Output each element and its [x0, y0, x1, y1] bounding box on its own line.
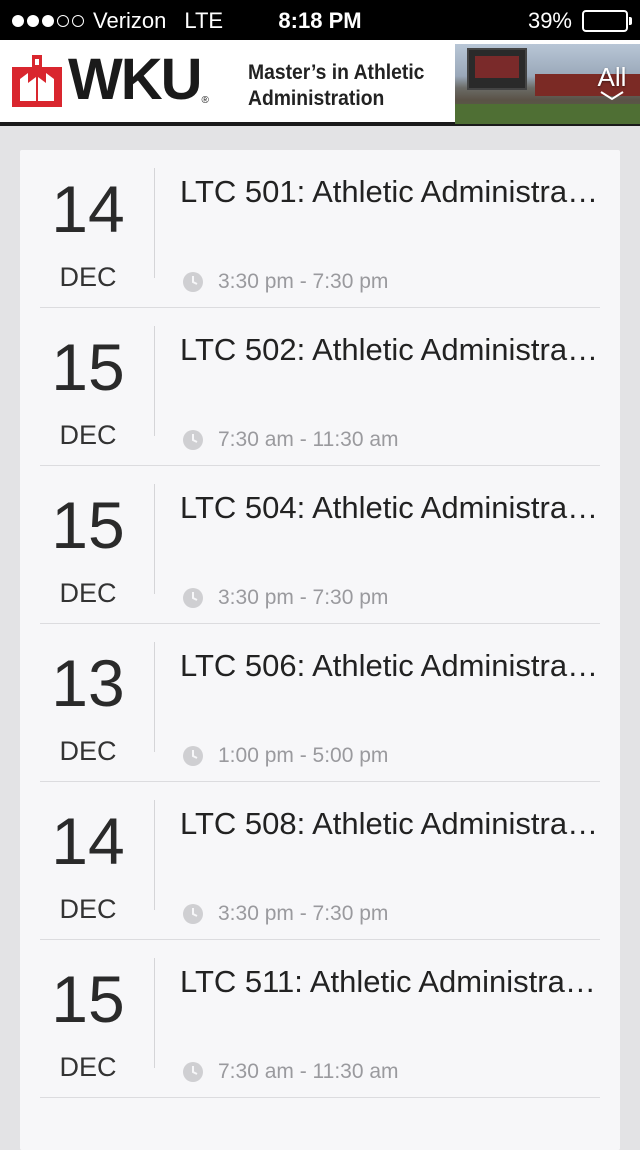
event-item[interactable]: 14 DEC LTC 508: Athletic Administration … — [40, 782, 600, 940]
clock-icon — [183, 430, 203, 450]
event-time: 3:30 pm - 7:30 pm — [182, 902, 388, 926]
event-day: 15 — [51, 962, 125, 1036]
event-month: DEC — [59, 1052, 117, 1082]
field-image — [455, 104, 640, 124]
event-time: 3:30 pm - 7:30 pm — [182, 270, 388, 294]
clock-icon — [183, 1062, 203, 1082]
clock-icon — [183, 588, 203, 608]
event-time-text: 3:30 pm - 7:30 pm — [218, 270, 389, 293]
date-divider — [154, 958, 155, 1068]
event-day: 14 — [51, 172, 125, 246]
event-month: DEC — [59, 420, 117, 450]
clock-icon — [183, 746, 203, 766]
event-month: DEC — [59, 894, 117, 924]
date-divider — [154, 800, 155, 910]
event-title: LTC 501: Athletic Administration — [180, 174, 600, 209]
event-item[interactable]: 15 DEC LTC 511: Athletic Administration … — [40, 940, 600, 1098]
event-month: DEC — [59, 262, 117, 292]
program-title: Master’s in Athletic Administration — [248, 60, 432, 112]
category-filter-button[interactable]: All — [592, 62, 632, 103]
battery-indicator: 39% — [527, 8, 632, 34]
event-day: 15 — [51, 488, 125, 562]
event-title: LTC 504: Athletic Administration — [180, 490, 600, 525]
clock-icon — [183, 904, 203, 924]
event-time-text: 1:00 pm - 5:00 pm — [218, 744, 389, 767]
program-title-line1: Master’s in Athletic — [248, 61, 425, 84]
event-time: 1:00 pm - 5:00 pm — [182, 744, 388, 768]
program-title-line2: Administration — [248, 87, 385, 110]
scoreboard-image — [467, 48, 527, 90]
event-day: 14 — [51, 804, 125, 878]
battery-percent: 39% — [527, 8, 572, 33]
logo-wordmark: WKU — [68, 47, 203, 112]
date-divider — [154, 168, 155, 278]
app-header: WKU ® Master’s in Athletic Administratio… — [0, 40, 640, 126]
event-title: LTC 502: Athletic Administration — [180, 332, 600, 367]
event-month: DEC — [59, 578, 117, 608]
event-month: DEC — [59, 736, 117, 766]
wku-logo[interactable]: WKU ® — [12, 47, 209, 112]
clock-icon — [183, 272, 203, 292]
date-divider — [154, 326, 155, 436]
event-day: 13 — [51, 646, 125, 720]
date-divider — [154, 642, 155, 752]
event-time: 7:30 am - 11:30 am — [182, 1060, 399, 1084]
event-time: 7:30 am - 11:30 am — [182, 428, 399, 452]
event-list: 14 DEC LTC 501: Athletic Administration … — [20, 150, 620, 1150]
event-item[interactable]: 15 DEC LTC 502: Athletic Administration … — [40, 308, 600, 466]
event-item[interactable]: 14 DEC LTC 501: Athletic Administration … — [40, 150, 600, 308]
chevron-down-icon — [600, 91, 624, 101]
cupola-logo-icon — [12, 55, 62, 107]
event-item[interactable]: 15 DEC LTC 504: Athletic Administration … — [40, 466, 600, 624]
status-bar: Verizon LTE 8:18 PM 39% — [0, 0, 640, 40]
event-title: LTC 506: Athletic Administration — [180, 648, 600, 683]
registered-mark: ® — [201, 94, 209, 106]
filter-label: All — [597, 62, 627, 92]
battery-icon — [582, 10, 632, 32]
event-day: 15 — [51, 330, 125, 404]
event-title: LTC 508: Athletic Administration — [180, 806, 600, 841]
event-time-text: 7:30 am - 11:30 am — [218, 1060, 399, 1083]
date-divider — [154, 484, 155, 594]
event-title: LTC 511: Athletic Administration — [180, 964, 600, 999]
event-time-text: 3:30 pm - 7:30 pm — [218, 902, 389, 925]
event-time-text: 3:30 pm - 7:30 pm — [218, 586, 389, 609]
event-time-text: 7:30 am - 11:30 am — [218, 428, 399, 451]
event-time: 3:30 pm - 7:30 pm — [182, 586, 388, 610]
event-item[interactable]: 13 DEC LTC 506: Athletic Administration … — [40, 624, 600, 782]
